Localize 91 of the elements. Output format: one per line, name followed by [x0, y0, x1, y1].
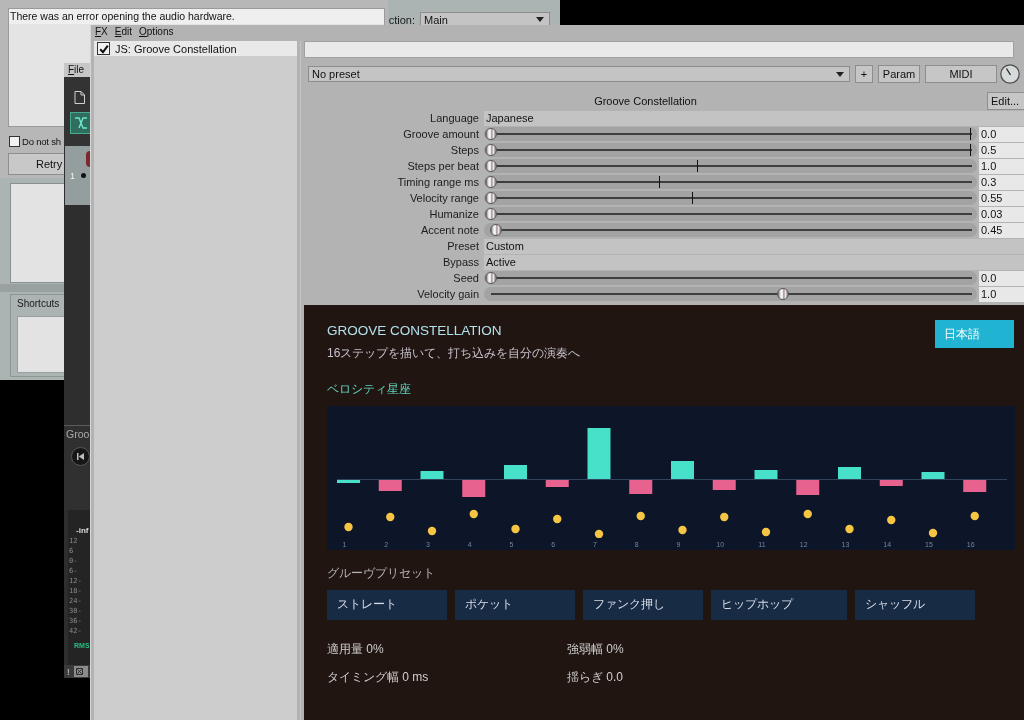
plugin-title: Groove Constellation — [593, 95, 698, 107]
value-field[interactable]: 0.3 — [979, 174, 1024, 190]
document-icon[interactable] — [74, 91, 85, 104]
value-field[interactable]: 0.5 — [979, 142, 1024, 158]
transport-button[interactable] — [71, 447, 90, 466]
checkbox-label: Do not sh — [22, 136, 61, 147]
stat-text: タイミング幅 0 ms — [327, 669, 430, 685]
value-field[interactable]: Active — [484, 254, 1024, 270]
retry-button[interactable]: Retry — [8, 153, 64, 175]
fx-list-item[interactable]: JS: Groove Constellation — [94, 41, 297, 56]
value-field[interactable]: 0.55 — [979, 190, 1024, 206]
dot-icon — [81, 173, 86, 178]
fx-name: JS: Groove Constellation — [115, 42, 237, 55]
value-field[interactable]: 0.0 — [979, 126, 1024, 142]
param-label: Steps — [450, 144, 479, 156]
param-label: Humanize — [429, 208, 479, 220]
caret-icon — [836, 71, 844, 77]
close-box-icon — [76, 668, 83, 675]
stat-text: 揺らぎ 0.0 — [567, 669, 624, 685]
value-field[interactable]: 1.0 — [979, 158, 1024, 174]
skip-back-icon — [77, 453, 84, 460]
track-number: 1 — [70, 170, 75, 181]
text-field[interactable] — [304, 41, 1014, 58]
plugin-subtitle: 16ステップを描いて、打ち込みを自分の演奏へ — [327, 345, 581, 361]
preset-button[interactable]: シャッフル — [855, 590, 975, 620]
section-label: グルーヴプリセット — [327, 565, 435, 581]
param-label: Bypass — [442, 256, 479, 268]
cross-curve-icon — [73, 116, 88, 130]
param-label: Groove amount — [403, 128, 479, 140]
toolbar-button[interactable]: Param — [878, 65, 920, 83]
slider-track[interactable] — [484, 159, 977, 173]
preset-button[interactable]: ヒップホップ — [711, 590, 847, 620]
toolbar-button[interactable]: MIDI — [925, 65, 997, 83]
slider-thumb[interactable] — [485, 272, 497, 284]
menu-item[interactable]: Options — [139, 26, 174, 38]
slider-thumb[interactable] — [485, 192, 497, 204]
transport-label: Groo — [66, 427, 90, 441]
plugin-heading: GROOVE CONSTELLATION — [327, 322, 502, 340]
status-mark: ! — [66, 666, 71, 677]
checkbox[interactable] — [97, 42, 110, 55]
slider-thumb[interactable] — [485, 176, 497, 188]
group-label: Shortcuts — [16, 297, 61, 310]
checkbox[interactable] — [9, 136, 20, 147]
stat-text: 強弱幅 0% — [567, 641, 625, 657]
value-field[interactable]: Japanese — [484, 110, 1024, 126]
slider-track[interactable] — [484, 127, 977, 141]
field-label: ction: — [388, 13, 415, 26]
toolbar-button[interactable] — [70, 112, 90, 134]
param-label: Accent note — [420, 224, 479, 236]
value-field[interactable]: 0.45 — [979, 222, 1024, 238]
preset-button[interactable]: ポケット — [455, 590, 575, 620]
slider-thumb[interactable] — [777, 288, 790, 300]
slider-track[interactable] — [484, 223, 977, 237]
slider-track[interactable] — [484, 271, 977, 285]
list-box[interactable] — [10, 183, 64, 283]
slider-track[interactable] — [484, 143, 977, 157]
value-field[interactable]: 0.03 — [979, 206, 1024, 222]
slider-thumb[interactable] — [485, 144, 497, 156]
value-field[interactable]: Custom — [484, 238, 1024, 254]
param-label: Preset — [447, 240, 479, 252]
preset-dropdown[interactable]: No preset — [308, 66, 850, 82]
value-field[interactable]: 1.0 — [979, 286, 1024, 302]
toolbar-button[interactable]: + — [855, 65, 873, 83]
preset-button[interactable]: ファンク押し — [583, 590, 703, 620]
section-label: ベロシティ星座 — [327, 381, 411, 397]
slider-thumb[interactable] — [485, 128, 497, 140]
value-field[interactable]: 0.0 — [979, 270, 1024, 286]
slider-thumb[interactable] — [485, 208, 497, 220]
slider-thumb[interactable] — [485, 160, 497, 172]
stat-text: 適用量 0% — [327, 641, 385, 657]
knob-icon[interactable] — [86, 151, 90, 167]
edit-button[interactable]: Edit... — [987, 92, 1024, 110]
caret-icon — [536, 17, 544, 22]
slider-track[interactable] — [484, 175, 977, 189]
peak-readout: -inf — [75, 526, 89, 536]
slider-track[interactable] — [484, 207, 977, 221]
menu-item[interactable]: FX — [95, 26, 108, 38]
param-label: Velocity gain — [417, 288, 479, 300]
param-label: Velocity range — [409, 192, 479, 204]
slider-thumb[interactable] — [489, 224, 502, 236]
param-label: Language — [430, 112, 479, 124]
slider-track[interactable] — [484, 287, 977, 301]
param-label: Seed — [453, 272, 479, 284]
param-label: Steps per beat — [407, 160, 479, 172]
menu-item[interactable]: Edit — [114, 26, 132, 38]
preset-button[interactable]: ストレート — [327, 590, 447, 620]
tab[interactable] — [74, 666, 88, 677]
slider-track[interactable] — [484, 191, 977, 205]
param-label: Timing range ms — [397, 176, 479, 188]
knob-icon[interactable] — [1000, 64, 1020, 84]
error-message: There was an error opening the audio hardware. — [9, 9, 384, 24]
